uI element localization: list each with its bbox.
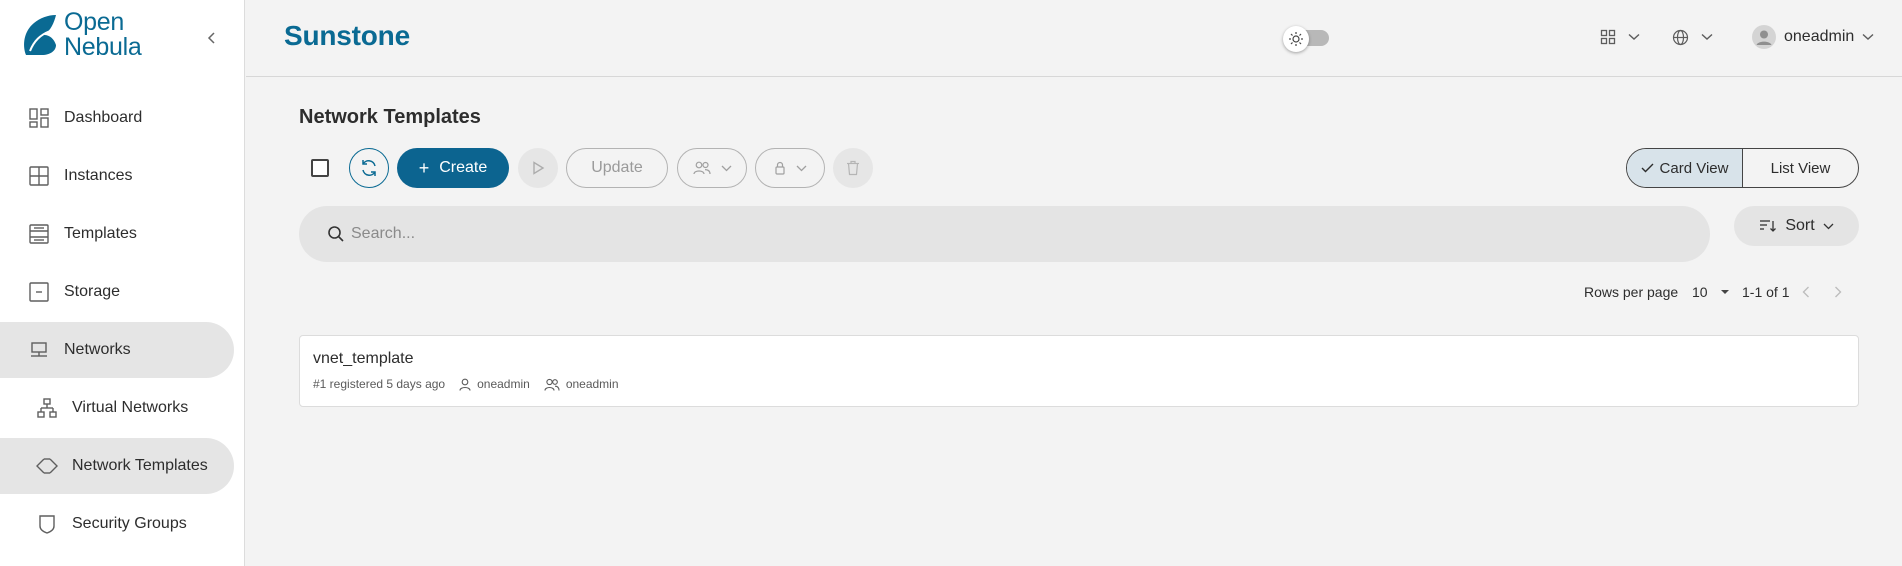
networks-icon [28, 339, 50, 361]
user-icon [459, 378, 471, 391]
play-icon [533, 161, 545, 175]
create-button[interactable]: + Create [397, 148, 509, 188]
sidebar-item-virtual-networks[interactable]: Virtual Networks [0, 380, 245, 436]
ownership-menu-button[interactable] [677, 148, 747, 188]
language-menu-button[interactable] [1672, 22, 1713, 52]
app-brand-title: Sunstone [284, 20, 410, 51]
owner-info: oneadmin [459, 377, 530, 391]
chevron-right-icon [1835, 286, 1842, 298]
collapse-sidebar-button[interactable] [200, 26, 224, 50]
view-toggle: Card View List View [1626, 148, 1859, 188]
trash-icon [847, 160, 859, 176]
lock-menu-button[interactable] [755, 148, 825, 188]
chevron-left-icon [207, 32, 215, 44]
sidebar-item-label: Storage [64, 283, 121, 300]
username-label: oneadmin [1784, 28, 1855, 45]
logo-line-1: Open [64, 8, 124, 36]
chevron-left-icon [1802, 286, 1809, 298]
group-icon [544, 378, 560, 391]
search-input[interactable] [351, 225, 1651, 243]
card-view-label: Card View [1659, 159, 1729, 177]
sort-icon [1760, 220, 1777, 232]
refresh-button[interactable] [349, 148, 389, 188]
opennebula-logo-icon [24, 15, 56, 55]
sidebar-item-security-groups[interactable]: Security Groups [0, 496, 245, 552]
shield-icon [36, 513, 58, 535]
sidebar-item-label: Virtual Networks [72, 399, 189, 416]
sidebar-item-instances[interactable]: Instances [0, 148, 245, 204]
update-button-label: Update [591, 159, 643, 176]
chevron-down-icon [1701, 33, 1713, 40]
rows-per-page-value: 10 [1692, 284, 1708, 300]
plus-icon: + [418, 157, 430, 178]
logo-text: Open Nebula [64, 8, 142, 61]
theme-toggle[interactable] [1281, 24, 1331, 52]
logo-line-2: Nebula [64, 33, 142, 61]
sidebar-item-label: Networks [64, 341, 131, 358]
top-header: Sunstone [246, 0, 1902, 77]
caret-down-icon [1720, 290, 1729, 294]
chevron-down-icon [1862, 33, 1874, 40]
sidebar-item-dashboard[interactable]: Dashboard [0, 90, 245, 146]
group-info: oneadmin [544, 377, 619, 391]
chevron-down-icon [1823, 223, 1834, 229]
instantiate-button[interactable] [518, 148, 558, 188]
check-icon [1641, 163, 1654, 173]
delete-button[interactable] [833, 148, 873, 188]
card-view-button[interactable]: Card View [1627, 149, 1743, 187]
create-button-label: Create [439, 159, 488, 176]
grid-icon [1600, 29, 1616, 45]
sidebar-item-label: Templates [64, 225, 137, 242]
rows-per-page-label: Rows per page [1584, 284, 1679, 300]
virtual-networks-icon [36, 397, 58, 419]
pagination-range: 1-1 of 1 [1742, 284, 1790, 300]
opennebula-logo[interactable]: Open Nebula [20, 8, 142, 61]
group-name: oneadmin [565, 377, 619, 391]
select-all-checkbox[interactable] [311, 159, 329, 177]
sidebar-item-networks[interactable]: Networks [0, 322, 234, 378]
sidebar-item-label: Dashboard [64, 109, 143, 126]
sidebar: Open Nebula Dashboard Instances Template… [0, 0, 245, 566]
rows-per-page-select[interactable]: 10 [1692, 283, 1730, 301]
page-title: Network Templates [299, 106, 481, 128]
owner-name: oneadmin [477, 377, 530, 391]
storage-icon [28, 281, 50, 303]
sidebar-item-storage[interactable]: Storage [0, 264, 245, 320]
network-templates-icon [36, 455, 58, 477]
sidebar-nav: Dashboard Instances Templates Storage Ne… [0, 90, 245, 554]
instances-icon [28, 165, 50, 187]
avatar [1752, 25, 1776, 49]
template-name: vnet_template [313, 350, 414, 367]
sidebar-item-label: Instances [64, 167, 133, 184]
update-button[interactable]: Update [566, 148, 668, 188]
sidebar-item-templates[interactable]: Templates [0, 206, 245, 262]
templates-icon [28, 223, 50, 245]
next-page-button[interactable] [1834, 283, 1842, 301]
refresh-icon [362, 160, 376, 176]
users-icon [692, 161, 711, 175]
search-bar [299, 206, 1710, 262]
lock-icon [774, 161, 785, 175]
globe-icon [1672, 29, 1689, 45]
list-view-button[interactable]: List View [1743, 149, 1858, 187]
network-template-card[interactable]: vnet_template #1 registered 5 days ago o… [299, 335, 1859, 407]
registered-info: #1 registered 5 days ago [313, 377, 446, 391]
apps-menu-button[interactable] [1600, 22, 1640, 52]
sun-icon [1283, 26, 1309, 52]
previous-page-button[interactable] [1802, 283, 1810, 301]
list-view-label: List View [1770, 159, 1831, 177]
sidebar-item-label: Network Templates [72, 457, 208, 474]
sidebar-item-label: Security Groups [72, 515, 187, 532]
user-menu-button[interactable]: oneadmin [1752, 22, 1874, 52]
chevron-down-icon [1628, 33, 1640, 40]
sort-label: Sort [1785, 217, 1815, 234]
sidebar-item-network-templates[interactable]: Network Templates [0, 438, 234, 494]
dashboard-icon [28, 107, 50, 129]
search-icon [328, 226, 344, 242]
sort-button[interactable]: Sort [1734, 206, 1859, 246]
chevron-down-icon [721, 165, 731, 171]
chevron-down-icon [796, 165, 806, 171]
template-meta: #1 registered 5 days ago oneadmin oneadm… [313, 377, 633, 391]
